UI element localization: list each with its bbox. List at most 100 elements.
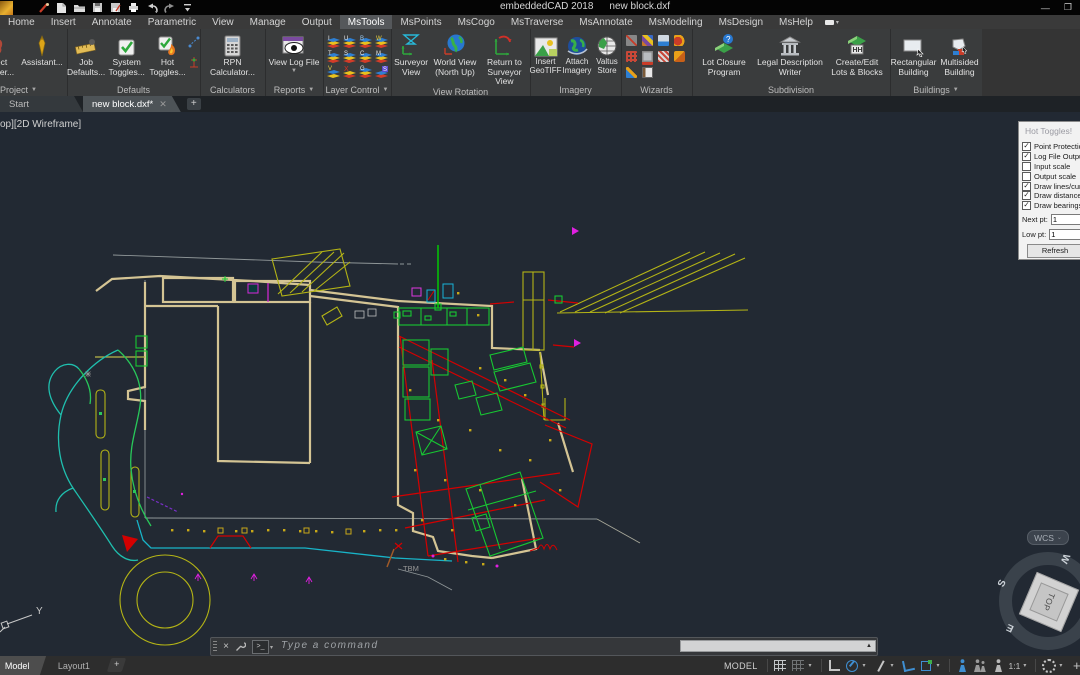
- isometric-drafting-icon[interactable]: [873, 658, 888, 673]
- wizard-icon-4[interactable]: [674, 35, 685, 46]
- toggle-draw-lines-curves[interactable]: Draw lines/curves: [1022, 181, 1080, 191]
- layer-icon-1[interactable]: I: [326, 35, 341, 49]
- surveyor-view-button[interactable]: Surveyor View: [391, 31, 431, 77]
- subdivision-group-label[interactable]: Subdivision: [692, 83, 890, 96]
- tab-mspoints[interactable]: MsPoints: [392, 15, 449, 29]
- checkbox[interactable]: [1022, 172, 1031, 181]
- object-snap-tracking-icon[interactable]: [901, 658, 916, 673]
- wcs-selector[interactable]: WCS ⌄: [1027, 530, 1069, 545]
- tab-home[interactable]: Home: [0, 15, 43, 29]
- snap-mode-icon[interactable]: [791, 658, 806, 673]
- ortho-mode-icon[interactable]: [827, 658, 842, 673]
- annotation-visibility-icon[interactable]: [955, 658, 970, 673]
- toggle-point-protection[interactable]: Point Protection: [1022, 142, 1080, 152]
- marker-tool-icon[interactable]: [37, 2, 50, 14]
- chevron-down-icon[interactable]: ▾: [270, 644, 273, 655]
- tab-manage[interactable]: Manage: [242, 15, 294, 29]
- command-prompt-icon[interactable]: >_: [252, 640, 269, 654]
- wizard-icon-5[interactable]: [626, 51, 637, 62]
- chevron-down-icon[interactable]: ▾: [863, 662, 870, 669]
- tab-msannotate[interactable]: MsAnnotate: [571, 15, 640, 29]
- layer-icon-10[interactable]: X: [342, 65, 357, 79]
- annotation-autoscale-icon[interactable]: [973, 658, 988, 673]
- checkbox[interactable]: [1022, 152, 1031, 161]
- layer-control-group-label[interactable]: Layer Control▼: [323, 83, 391, 96]
- open-folder-icon[interactable]: [73, 2, 86, 14]
- view-rotation-group-label[interactable]: View Rotation: [391, 87, 530, 96]
- insert-geotiff-button[interactable]: Insert GeoTIFF: [530, 31, 561, 76]
- refresh-button[interactable]: Refresh: [1027, 244, 1080, 258]
- assistant-button[interactable]: Assistant...: [18, 31, 66, 68]
- hot-toggles-button[interactable]: Hot Toggles...: [148, 31, 187, 77]
- tab-mstools[interactable]: MsTools: [340, 15, 393, 29]
- toggle-output-scale[interactable]: Output scale: [1022, 171, 1080, 181]
- chevron-down-icon[interactable]: ▾: [891, 662, 898, 669]
- defaults-group-label[interactable]: Defaults: [67, 83, 200, 96]
- model-space-indicator[interactable]: MODEL: [720, 661, 762, 671]
- ucs-icon[interactable]: Y: [0, 600, 60, 645]
- customize-qat-icon[interactable]: [181, 2, 194, 14]
- checkbox[interactable]: [1022, 182, 1031, 191]
- chevron-down-icon[interactable]: ▾: [1023, 662, 1030, 669]
- workspace-gear-icon[interactable]: [1041, 658, 1056, 673]
- return-surveyor-view-button[interactable]: Return to Surveyor View: [479, 31, 530, 87]
- tab-annotate[interactable]: Annotate: [84, 15, 140, 29]
- layer-icon-11[interactable]: G: [358, 65, 373, 79]
- legal-description-writer-button[interactable]: Legal Description Writer: [756, 31, 824, 77]
- viewport-controls-label[interactable]: op][2D Wireframe]: [0, 119, 81, 130]
- layer-icon-5[interactable]: T: [326, 50, 341, 64]
- tab-view[interactable]: View: [204, 15, 242, 29]
- checkbox[interactable]: [1022, 191, 1031, 200]
- imagery-group-label[interactable]: Imagery: [530, 83, 621, 96]
- create-edit-lots-button[interactable]: HH Create/Edit Lots & Blocks: [825, 31, 889, 77]
- tab-parametric[interactable]: Parametric: [140, 15, 204, 29]
- customization-plus-icon[interactable]: +: [1069, 658, 1080, 673]
- chevron-down-icon[interactable]: ▾: [1059, 662, 1066, 669]
- system-toggles-button[interactable]: System Toggles...: [106, 31, 147, 77]
- rectangular-building-button[interactable]: Rectangular Building: [891, 31, 937, 77]
- save-icon[interactable]: [91, 2, 104, 14]
- lot-closure-button[interactable]: ? Lot Closure Program: [693, 31, 755, 77]
- attach-imagery-button[interactable]: Attach Imagery: [562, 31, 592, 76]
- layer-icon-3[interactable]: B: [358, 35, 373, 49]
- ribbon-display-toggle[interactable]: ▾: [821, 15, 843, 29]
- project-group-label[interactable]: Project▼: [0, 83, 67, 96]
- maximize-button[interactable]: ❐: [1064, 2, 1072, 13]
- command-line[interactable]: × >_ ▾ Type a command ▲: [210, 637, 878, 656]
- expand-history-icon[interactable]: ▲: [866, 643, 872, 649]
- undo-icon[interactable]: [145, 2, 158, 14]
- tab-mshelp[interactable]: MsHelp: [771, 15, 821, 29]
- toggle-input-scale[interactable]: Input scale: [1022, 162, 1080, 172]
- line-settings-icon[interactable]: [188, 35, 200, 53]
- layer-icon-9[interactable]: V: [326, 65, 341, 79]
- wizard-icon-9[interactable]: [626, 67, 637, 78]
- layer-icon-2[interactable]: U: [342, 35, 357, 49]
- toggle-log-file-output[interactable]: Log File Output: [1022, 152, 1080, 162]
- wrench-icon[interactable]: [233, 638, 248, 655]
- tab-insert[interactable]: Insert: [43, 15, 84, 29]
- chevron-down-icon[interactable]: ▾: [809, 662, 816, 669]
- command-history-strip[interactable]: ▲: [680, 640, 876, 652]
- layer-icon-4[interactable]: W: [374, 35, 389, 49]
- tab-start[interactable]: Start: [0, 96, 83, 112]
- plot-icon[interactable]: [127, 2, 140, 14]
- wizard-icon-8[interactable]: [674, 51, 685, 62]
- buildings-group-label[interactable]: Buildings▼: [890, 83, 982, 96]
- toggle-draw-distances[interactable]: Draw distances: [1022, 191, 1080, 201]
- wizard-icon-1[interactable]: [626, 35, 637, 46]
- wizard-icon-7[interactable]: [658, 51, 669, 62]
- wizard-icon-2[interactable]: [642, 35, 653, 46]
- tab-mscogo[interactable]: MsCogo: [450, 15, 503, 29]
- save-as-icon[interactable]: [109, 2, 122, 14]
- tab-output[interactable]: Output: [294, 15, 340, 29]
- valtus-store-button[interactable]: Valtus Store: [593, 31, 621, 76]
- layout-tab-model[interactable]: Model: [0, 656, 46, 675]
- wizard-icon-3[interactable]: [658, 35, 669, 46]
- annotation-scale-person-icon[interactable]: [991, 658, 1006, 673]
- tab-new-block-dxf[interactable]: new block.dxf* ✕: [83, 96, 181, 112]
- command-input-placeholder[interactable]: Type a command: [281, 640, 379, 655]
- project-manager-button[interactable]: Project Manager...: [0, 31, 17, 77]
- layer-icon-6[interactable]: S: [342, 50, 357, 64]
- next-pt-input[interactable]: [1051, 214, 1080, 225]
- object-snap-icon[interactable]: [919, 658, 934, 673]
